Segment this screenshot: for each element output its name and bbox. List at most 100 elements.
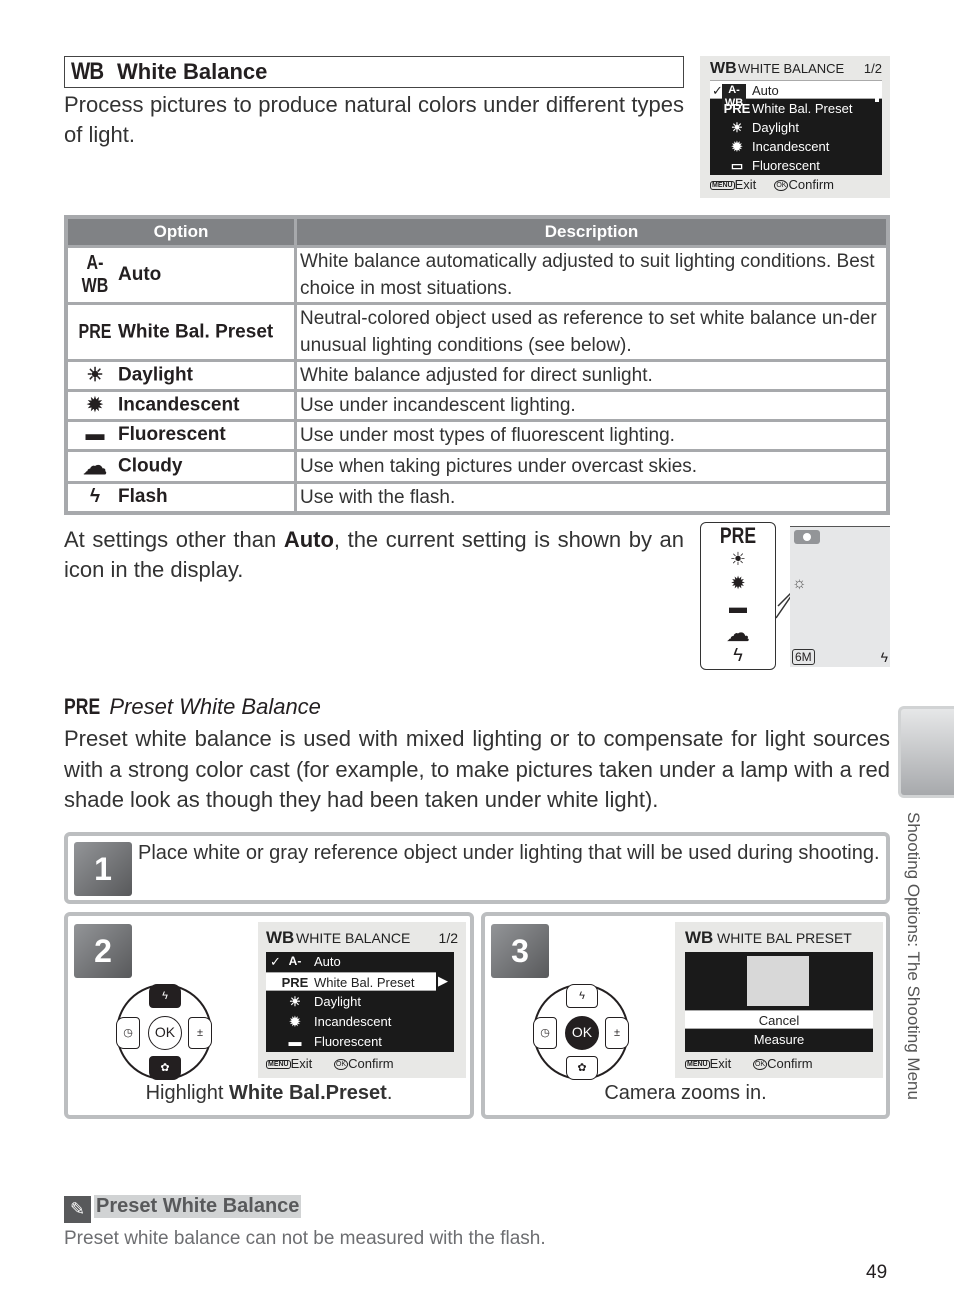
menu-footer: MENU Exit OK Confirm [266, 1056, 394, 1071]
preset-icon: PRE [64, 694, 101, 719]
fluorescent-icon: ▭ [730, 158, 744, 173]
ok-button-icon: OK [333, 1059, 349, 1071]
exposure-comp-button[interactable]: ± [188, 1017, 212, 1049]
page-number: 49 [866, 1262, 888, 1283]
note-title: Preset White Balance [94, 1195, 302, 1218]
incandescent-icon: ✹ [731, 139, 743, 154]
menu-item-daylight[interactable]: ☀ Daylight [266, 992, 454, 1011]
arrow-right-icon: ▶ [438, 973, 448, 988]
menu-title: WHITE BALANCE [296, 930, 411, 946]
preset-panel: Cancel Measure [685, 952, 873, 1052]
wb-icon: WB [266, 928, 295, 947]
intro-text: Process pictures to produce natural colo… [64, 92, 684, 147]
table-row: PRE White Bal. Preset Neutral-colored obj… [68, 305, 886, 359]
ok-button[interactable]: OK [565, 1016, 599, 1050]
table-row: ☀ Daylight White balance adjusted for dir… [68, 362, 886, 389]
step-caption: Camera zooms in. [604, 1082, 767, 1104]
menu-item-incandescent[interactable]: ✹ Incandescent [710, 137, 882, 156]
option-cancel[interactable]: Cancel [685, 1010, 873, 1029]
step-caption: Highlight White Bal.Preset. [145, 1082, 393, 1104]
menu-list: ✓ A-WB Auto PRE White Bal. Preset ☀ Dayl… [710, 80, 882, 175]
preset-icon: PRE [719, 523, 757, 548]
daylight-icon: ☀ [729, 549, 747, 569]
camera-mode-icon [794, 530, 820, 544]
cloudy-icon: ☁ [726, 620, 750, 647]
wb-icon-panel: PRE ☀ ✹ ▬ ☁ ϟ [700, 522, 776, 670]
menu-footer: MENU Exit OK Confirm [685, 1056, 813, 1071]
flash-button[interactable]: ϟ [149, 984, 181, 1008]
menu-item-preset[interactable]: PRE White Bal. Preset [266, 972, 436, 991]
exposure-comp-button[interactable]: ± [605, 1017, 629, 1049]
multi-selector-dpad: ϟ ✿ ◷ ± OK [533, 984, 629, 1080]
step-text: Place white or gray reference object und… [138, 842, 880, 864]
step-1: 1 Place white or gray reference object u… [64, 832, 890, 904]
step-2: 2 ϟ ✿ ◷ ± OK WB WHITE BALANCE 1/2 ✓ A-WB… [64, 912, 474, 1119]
white-balance-menu-screen: WB WHITE BALANCE 1/2 ✓ A-WB Auto PRE Whi… [258, 922, 466, 1078]
ok-button-icon: OK [752, 1059, 768, 1071]
table-row: ϟ Flash Use with the flash. [68, 484, 886, 511]
menu-footer: MENU Exit OK Confirm [710, 177, 834, 192]
preset-icon: PRE [78, 320, 112, 343]
image-size-indicator: 6M [792, 649, 815, 665]
menu-page: 1/2 [863, 61, 882, 76]
fluorescent-icon: ▬ [288, 1034, 302, 1049]
camera-display-preview: ☼ 6M ϟ [790, 526, 890, 667]
auto-wb-icon: A-WB [81, 252, 109, 297]
fluorescent-icon: ▬ [729, 597, 747, 617]
ok-button-icon: OK [774, 180, 789, 192]
menu-item-incandescent[interactable]: ✹ Incandescent [266, 1012, 454, 1031]
wb-icon: WB [710, 60, 737, 77]
incandescent-icon: ✹ [730, 573, 746, 593]
preset-icon: PRE [281, 975, 309, 990]
preset-section-heading: PRE Preset White Balance [64, 694, 321, 719]
white-balance-options-table: Option Description A-WBAuto White balanc… [64, 215, 890, 515]
wb-indicator-icon: ☼ [792, 575, 807, 592]
menu-button-icon: MENU [685, 1060, 710, 1070]
self-timer-button[interactable]: ◷ [116, 1017, 140, 1049]
step-number: 1 [74, 842, 132, 896]
preset-icon: PRE [723, 101, 751, 116]
section-title: White Balance [117, 59, 268, 84]
macro-button[interactable]: ✿ [149, 1056, 181, 1080]
wb-icon: WB [71, 58, 104, 85]
table-row: ✹ Incandescent Use under incandescent lig… [68, 392, 886, 419]
cloudy-icon: ☁ [83, 453, 107, 480]
daylight-icon: ☀ [86, 365, 104, 386]
flash-indicator-icon: ϟ [880, 649, 888, 665]
table-row: ▬ Fluorescent Use under most types of flu… [68, 422, 886, 449]
table-row: ☁ Cloudy Use when taking pictures under o… [68, 452, 886, 481]
daylight-icon: ☀ [731, 120, 743, 135]
flash-icon: ϟ [89, 486, 101, 508]
white-bal-preset-screen: WB WHITE BAL PRESET Cancel Measure MENU E… [675, 922, 883, 1078]
self-timer-button[interactable]: ◷ [533, 1017, 557, 1049]
menu-title: WHITE BALANCE [738, 61, 845, 76]
chapter-tab [898, 706, 954, 798]
settings-note: At settings other than Auto, the current… [64, 527, 684, 582]
wb-icon: WB [685, 928, 714, 947]
menu-item-preset[interactable]: PRE White Bal. Preset [710, 99, 882, 118]
menu-item-auto[interactable]: ✓ A-WB Auto [266, 952, 454, 987]
note-pencil-icon: ✎ [64, 1196, 91, 1223]
incandescent-icon: ✹ [87, 395, 103, 416]
flash-button[interactable]: ϟ [566, 984, 598, 1008]
step-number: 3 [491, 924, 549, 978]
menu-item-fluorescent[interactable]: ▬ Fluorescent [266, 1032, 454, 1051]
option-measure[interactable]: Measure [685, 1030, 873, 1049]
white-balance-menu-screen: WB WHITE BALANCE 1/2 ✓ A-WB Auto PRE Whi… [700, 56, 890, 198]
menu-list: ✓ A-WB Auto PRE White Bal. Preset ▶ ☀ Da… [266, 952, 454, 1052]
step-number: 2 [74, 924, 132, 978]
menu-item-auto[interactable]: ✓ A-WB Auto [710, 80, 882, 110]
menu-item-daylight[interactable]: ☀ Daylight [710, 118, 882, 137]
menu-page: 1/2 [438, 930, 458, 946]
column-header-option: Option [68, 219, 297, 245]
flash-icon: ϟ [733, 645, 743, 665]
menu-item-fluorescent[interactable]: ▭ Fluorescent [710, 156, 882, 175]
table-row: A-WBAuto White balance automatically adj… [68, 248, 886, 302]
daylight-icon: ☀ [289, 994, 301, 1009]
menu-title: WHITE BAL PRESET [717, 930, 852, 946]
ok-button[interactable]: OK [148, 1016, 182, 1050]
macro-button[interactable]: ✿ [566, 1056, 598, 1080]
incandescent-icon: ✹ [289, 1014, 301, 1029]
section-title-box: WB White Balance [64, 56, 684, 88]
menu-button-icon: MENU [710, 181, 735, 191]
